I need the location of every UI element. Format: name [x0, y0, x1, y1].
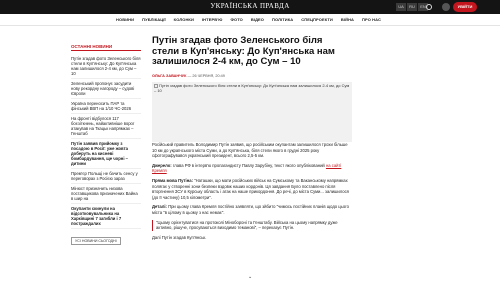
- news-item[interactable]: Путін заявив прийомку з посадою в Росії:…: [71, 139, 141, 169]
- news-item-text[interactable]: Зеленський пропонує засудити нову рекорд…: [71, 81, 141, 96]
- news-item[interactable]: Зеленський пропонує засудити нову рекорд…: [71, 79, 141, 99]
- sidebar-heading: ОСТАННІ НОВИНИ: [71, 44, 113, 49]
- news-item[interactable]: На фронті відбулося 117 боєзіткнень, най…: [71, 114, 141, 139]
- image-caption: Путін згадав фото Зеленського біля стели…: [154, 83, 350, 93]
- quote-paragraph: "Цьому орієнтуватися на протоколі Мінобо…: [152, 219, 352, 231]
- all-news-button[interactable]: УСІ НОВИНИ СЬОГОДНІ: [71, 237, 121, 245]
- user-icon[interactable]: [442, 3, 450, 11]
- main-nav: НОВИНИ ПУБЛІКАЦІЇ КОЛОНКИ ІНТЕРВ'Ю ФОТО …: [0, 14, 500, 26]
- article-title: Путін згадав фото Зеленського біля стели…: [152, 35, 335, 67]
- news-item-text[interactable]: Окупанти скинули на відсотковувальника н…: [71, 206, 141, 226]
- paragraph: Джерело: глава РФ в інтерв'ю пропагандис…: [152, 163, 352, 174]
- news-item[interactable]: Окупанти скинули на відсотковувальника н…: [71, 204, 141, 229]
- news-item-text[interactable]: На фронті відбулося 117 боєзіткнень, най…: [71, 116, 141, 136]
- news-item-text[interactable]: Путін заявив прийомку з посадою в Росії:…: [71, 141, 141, 166]
- paragraph-text: При цьому глава Кремля постійно заявляти…: [152, 204, 349, 215]
- paragraph: Деталі: При цьому глава Кремля постійно …: [152, 204, 352, 215]
- lang-ua[interactable]: UA: [396, 3, 406, 11]
- article-date: — 26 ЧЕРВНЯ, 20:49: [187, 74, 225, 78]
- paragraph: Пряма мова Путіна: "Наташки, що мати рос…: [152, 178, 352, 200]
- broken-image-icon: [154, 83, 158, 88]
- paragraph: Російський правитель Володимир Путін зая…: [152, 142, 348, 159]
- news-item-text[interactable]: Україна переносить ПАР та фінський ВВП н…: [71, 101, 141, 111]
- nav-about[interactable]: ПРО НАС: [362, 17, 381, 22]
- news-item[interactable]: Прем'єр Польщі не бачить сенсу у перегов…: [71, 169, 141, 184]
- paragraph-label: Пряма мова Путіна:: [152, 177, 193, 183]
- image-alt-text: Путін згадав фото Зеленського біля стели…: [154, 83, 350, 93]
- paragraph-text: глава РФ в інтерв'ю пропагандисту Павлу …: [171, 162, 325, 168]
- nav-photo[interactable]: ФОТО: [231, 17, 243, 22]
- news-item-text[interactable]: Путін згадав фото Зеленського біля стели…: [71, 56, 141, 76]
- nav-columns[interactable]: КОЛОНКИ: [174, 17, 194, 22]
- nav-news[interactable]: НОВИНИ: [116, 17, 134, 22]
- chevron-down-icon: ⌄: [248, 274, 253, 280]
- news-item[interactable]: Путін згадав фото Зеленського біля стели…: [71, 54, 141, 79]
- lang-ru[interactable]: RU: [407, 3, 417, 11]
- language-switcher[interactable]: UA RU EN: [396, 3, 428, 11]
- news-list: Путін згадав фото Зеленського біля стели…: [71, 54, 141, 247]
- article-body: Російський правитель Володимир Путін зая…: [152, 142, 352, 244]
- paragraph: Далі Путін згадав Куп'янськ.: [152, 234, 207, 240]
- sidebar-divider: [71, 50, 141, 51]
- nav-specprojects[interactable]: СПЕЦПРОЕКТИ: [301, 17, 333, 22]
- sidebar: ОСТАННІ НОВИНИ Путін згадав фото Зеленсь…: [0, 26, 148, 281]
- news-item[interactable]: Мінюст призначить низова поставщикова пр…: [71, 184, 141, 204]
- nav-interviews[interactable]: ІНТЕРВ'Ю: [202, 17, 223, 22]
- article-byline: ОЛЬГА ЗАВАНЧУК — 26 ЧЕРВНЯ, 20:49: [152, 74, 225, 78]
- news-item-text[interactable]: Прем'єр Польщі не бачить сенсу у перегов…: [71, 171, 141, 181]
- nav-publications[interactable]: ПУБЛІКАЦІЇ: [142, 17, 166, 22]
- article-author[interactable]: ОЛЬГА ЗАВАНЧУК: [152, 74, 186, 78]
- nav-video[interactable]: ВІДЕО: [251, 17, 264, 22]
- search-icon[interactable]: [426, 4, 432, 10]
- signin-button[interactable]: УВІЙТИ: [453, 2, 477, 12]
- paragraph-label: Джерело:: [152, 162, 172, 168]
- nav-war[interactable]: ВІЙНА: [341, 17, 354, 22]
- news-item-text[interactable]: Мінюст призначить низова поставщикова пр…: [71, 186, 141, 201]
- nav-politics[interactable]: ПОЛІТИКА: [272, 17, 293, 22]
- news-item[interactable]: Україна переносить ПАР та фінський ВВП н…: [71, 99, 141, 114]
- top-bar: УКРАЇНСЬКА ПРАВДА UA RU EN УВІЙТИ: [0, 0, 500, 14]
- paragraph-label: Деталі:: [152, 204, 167, 210]
